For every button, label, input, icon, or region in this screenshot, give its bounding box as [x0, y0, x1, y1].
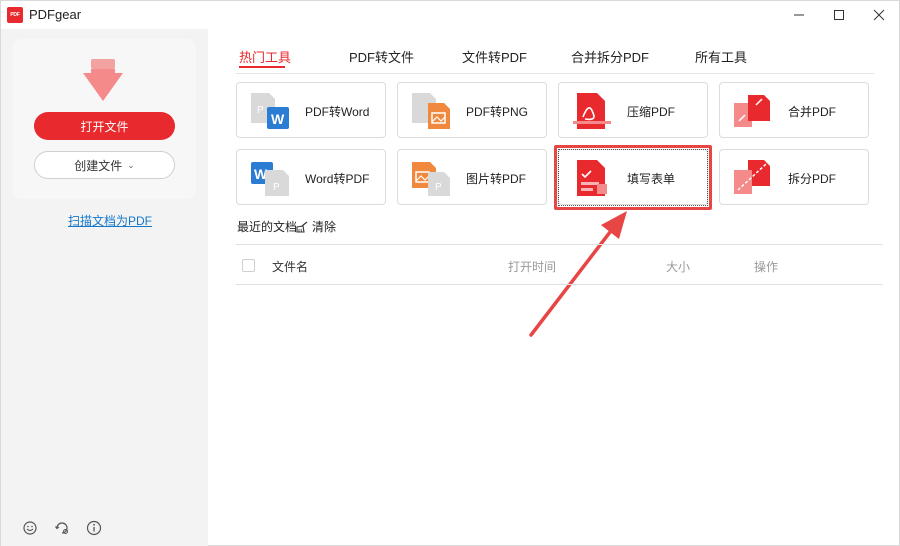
create-file-label: 创建文件: [74, 158, 123, 173]
settings-button[interactable]: [53, 519, 71, 537]
info-icon: [86, 520, 102, 536]
tool-image-to-pdf[interactable]: P 图片转PDF: [397, 149, 547, 205]
support-icon: [23, 521, 37, 535]
open-file-card: 打开文件 创建文件 ⌄: [13, 39, 196, 199]
svg-text:P: P: [273, 182, 280, 193]
compress-pdf-icon: [573, 93, 611, 129]
svg-text:W: W: [271, 111, 285, 127]
sidebar-footer: [21, 519, 103, 537]
tab-all-tools[interactable]: 所有工具: [695, 47, 747, 66]
chevron-down-icon: ⌄: [127, 159, 135, 170]
app-title: PDFgear: [29, 7, 82, 22]
table-divider: [236, 244, 883, 245]
svg-text:P: P: [435, 182, 442, 193]
close-button[interactable]: [856, 1, 900, 29]
merge-pdf-icon: [734, 95, 770, 127]
column-header-filename[interactable]: 文件名: [272, 258, 308, 275]
tool-label: Word转PDF: [305, 172, 370, 186]
svg-text:P: P: [257, 105, 264, 116]
title-bar: PDF PDFgear: [1, 1, 899, 29]
create-file-button[interactable]: 创建文件 ⌄: [34, 151, 175, 179]
tool-pdf-to-png[interactable]: PDF转PNG: [397, 82, 547, 138]
tool-compress-pdf[interactable]: 压缩PDF: [558, 82, 708, 138]
image-to-pdf-icon: P: [412, 162, 450, 196]
sidebar: 打开文件 创建文件 ⌄ 扫描文档为PDF: [1, 29, 208, 546]
tool-label: 合并PDF: [788, 105, 837, 119]
select-all-checkbox[interactable]: [242, 259, 255, 272]
column-header-actions: 操作: [754, 260, 779, 274]
minimize-icon: [794, 14, 804, 16]
app-window: PDF PDFgear 打开文件 创建文件 ⌄ 扫描文档为PDF 热门工具 PD…: [0, 0, 900, 546]
tool-label: 图片转PDF: [466, 172, 527, 186]
tool-split-pdf[interactable]: 拆分PDF: [719, 149, 869, 205]
tab-file-to-pdf[interactable]: 文件转PDF: [462, 47, 527, 66]
feedback-button[interactable]: [21, 519, 39, 537]
open-file-button[interactable]: 打开文件: [34, 112, 175, 140]
tool-merge-pdf[interactable]: 合并PDF: [719, 82, 869, 138]
pdf-to-png-icon: [412, 93, 450, 129]
column-header-size[interactable]: 大小: [666, 258, 690, 275]
column-header-opened-time[interactable]: 打开时间: [508, 258, 556, 275]
tab-merge-split[interactable]: 合并拆分PDF: [571, 47, 649, 66]
split-pdf-icon: [734, 160, 770, 194]
history-settings-icon: [55, 522, 68, 534]
close-icon: [873, 9, 885, 21]
tool-label: PDF转Word: [305, 105, 370, 119]
tab-pdf-to-file[interactable]: PDF转文件: [349, 47, 414, 66]
about-button[interactable]: [85, 519, 103, 537]
focus-ring: [558, 149, 708, 206]
pdf-to-word-icon: P W: [251, 93, 289, 129]
word-to-pdf-icon: W P: [251, 162, 289, 196]
table-divider: [236, 284, 883, 285]
scan-to-pdf-link[interactable]: 扫描文档为PDF: [68, 212, 152, 229]
tool-word-to-pdf[interactable]: W P Word转PDF: [236, 149, 386, 205]
active-tab-indicator: [239, 66, 285, 68]
tool-label: 压缩PDF: [627, 105, 676, 119]
tool-label: PDF转PNG: [466, 105, 529, 119]
tab-hot-tools[interactable]: 热门工具: [239, 47, 291, 66]
tool-label: 拆分PDF: [788, 172, 837, 186]
tool-pdf-to-word[interactable]: P W PDF转Word: [236, 82, 386, 138]
download-arrow-icon: [83, 59, 123, 101]
app-logo-icon: PDF: [7, 7, 23, 23]
tabs-divider: [236, 73, 874, 74]
recent-documents-title: 最近的文档: [237, 220, 298, 234]
broom-icon: [296, 221, 308, 233]
maximize-icon: [834, 10, 844, 20]
clear-label: 清除: [312, 220, 337, 234]
clear-recent-button[interactable]: 清除: [295, 218, 336, 235]
